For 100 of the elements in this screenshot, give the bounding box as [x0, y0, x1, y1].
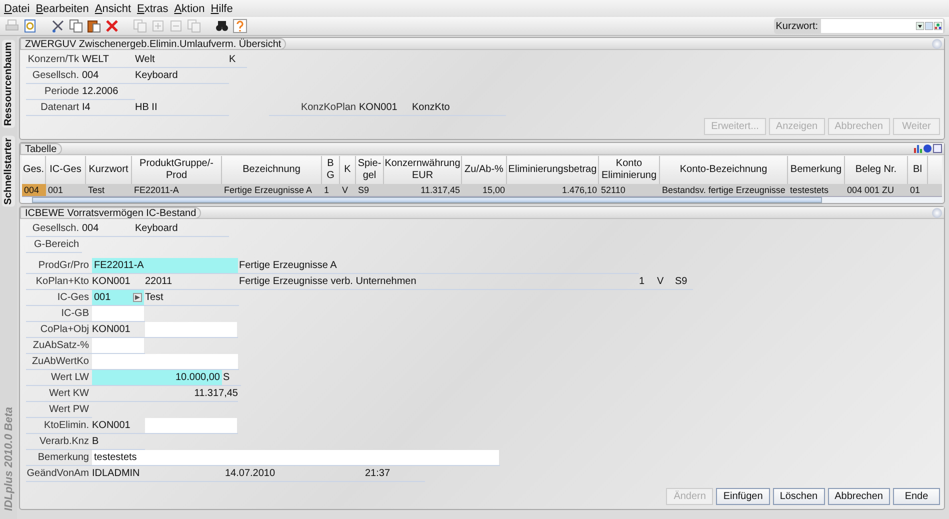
menu-item[interactable]: Ansicht [94, 2, 132, 14]
table-cell-text: 1.476,10 [560, 184, 598, 196]
delete-icon[interactable] [105, 19, 119, 33]
panel-title: Tabelle [20, 142, 62, 154]
input-field[interactable] [92, 338, 144, 353]
field-value: 12.2006 [82, 86, 120, 97]
copy-icon[interactable] [69, 19, 83, 33]
field-label: Periode [44, 86, 80, 97]
input-field[interactable] [145, 322, 237, 337]
field-value: KonzKto [412, 102, 451, 113]
field-value: 21:37 [365, 468, 392, 479]
table-cell-text: 001 [47, 184, 64, 196]
field-value: Welt [135, 54, 156, 65]
table-cell-text: 52110 [600, 184, 626, 196]
field-value: B [92, 436, 100, 447]
field-label: KoPlan+Kto [34, 276, 90, 287]
field-value: Fertige Erzeugnisse verb. Unternehmen [239, 276, 418, 287]
menu-item[interactable]: Aktion [174, 2, 205, 14]
table-cell-text: V [341, 184, 350, 196]
field-value: KON001 [92, 420, 132, 431]
input-field[interactable] [145, 418, 237, 433]
action-button[interactable]: Ende [893, 488, 940, 505]
input-field[interactable]: testestets [92, 450, 499, 465]
menu-item[interactable]: Extras [137, 2, 168, 14]
field-value: IDLADMIN [92, 468, 141, 479]
field-label: Gesellsch. [31, 223, 80, 234]
field-label: Gesellsch. [31, 70, 80, 81]
pie-chart-icon[interactable] [923, 144, 932, 153]
field-label: KtoElimin. [42, 420, 90, 431]
field-label: IC-Ges [56, 292, 90, 303]
action-button[interactable]: Abbrechen [828, 488, 890, 505]
field-value: K [229, 54, 237, 65]
search-label: Kurzwort: [776, 20, 818, 32]
field-label: GeändVonAm [26, 468, 90, 479]
page-preview-icon[interactable] [23, 19, 37, 33]
table-cell-text: testestets [789, 184, 830, 196]
input-field[interactable] [92, 354, 238, 369]
input-field[interactable]: 001 [92, 290, 144, 305]
field-value: KON001 [92, 324, 132, 335]
field-label: ZuAbSatz-% [32, 340, 90, 351]
action-button[interactable]: Löschen [772, 488, 825, 505]
product-brand: IDLplus 2010.0 Beta [2, 407, 14, 511]
field-label: Wert LW [50, 372, 90, 383]
field-label: Konzern/Tk [26, 54, 80, 65]
input-field[interactable]: FE22011-A [92, 258, 238, 273]
table-cell-text: 15,00 [481, 184, 506, 196]
search-field[interactable] [821, 19, 943, 33]
field-value: Keyboard [135, 223, 179, 234]
field-value: 004 [82, 70, 100, 81]
menu-item[interactable]: Bearbeiten [36, 2, 89, 14]
table-cell-text: 1 [323, 184, 330, 196]
panel-toggle-icon[interactable] [932, 38, 942, 48]
side-tab[interactable]: Ressourcenbaum [2, 40, 15, 128]
field-label: ProdGr/Pro [37, 260, 90, 271]
field-value: Fertige Erzeugnisse A [239, 260, 338, 271]
field-value: V [657, 276, 665, 287]
table-cell-text: 004 001 ZU [846, 184, 896, 196]
field-value: 14.07.2010 [225, 468, 276, 479]
field-label: KonzKoPlan [300, 102, 357, 113]
scissors-icon[interactable] [51, 19, 65, 33]
input-field[interactable] [92, 306, 144, 321]
lookup-icon[interactable] [133, 293, 142, 302]
field-label: IC-GB [60, 308, 90, 319]
field-label: Bemerkung [36, 452, 90, 463]
field-value: HB II [135, 102, 158, 113]
bar-chart-icon[interactable] [913, 144, 922, 153]
field-value: 004 [82, 223, 100, 234]
field-value: Test [145, 292, 164, 303]
field-value: KON001 [359, 102, 398, 113]
tree-icon[interactable] [934, 22, 942, 30]
table-cell-text: 01 [909, 184, 922, 196]
table-cell-text: 11.317,45 [420, 184, 461, 196]
field-label: CoPla+Obj [39, 324, 90, 335]
action-button[interactable]: Einfügen [716, 488, 770, 505]
menu-item[interactable]: Hilfe [210, 2, 233, 14]
field-value: 22011 [145, 276, 174, 287]
input-field[interactable]: 10.000,00 [92, 370, 222, 385]
panel-toggle-icon[interactable] [932, 208, 942, 218]
field-label: Wert KW [48, 388, 90, 399]
field-value: S9 [675, 276, 688, 287]
menu-item[interactable]: Datei [4, 2, 30, 14]
dropdown-icon[interactable] [916, 22, 924, 30]
field-value: I4 [82, 102, 92, 113]
table-cell-text: S9 [357, 184, 370, 196]
panel-title: ICBEWE Vorratsvermögen IC-Bestand [20, 206, 202, 218]
table-cell-text: Test [87, 184, 106, 196]
field-label: Verarb.Knz [38, 436, 90, 447]
field-value: WELT [82, 54, 110, 65]
field-label: ZuAbWertKo [30, 356, 90, 367]
side-tab[interactable]: Schnellstarter [2, 136, 15, 207]
field-value: 11.317,45 [193, 388, 238, 399]
paste-icon[interactable] [87, 19, 101, 33]
field-label: Datenart [40, 102, 80, 113]
field-value: 1 [639, 276, 646, 287]
field-label: Wert PW [48, 404, 90, 415]
binoculars-icon[interactable] [215, 19, 229, 33]
panel-title: ZWERGUV Zwischenergeb.Elimin.Umlaufverm. Übersicht [20, 38, 286, 50]
table-cell-text: Fertige Erzeugnisse A [223, 184, 314, 196]
table-cell-text: Bestandsv. fertige Erzeugnisse [661, 184, 786, 196]
table-icon[interactable] [933, 144, 942, 153]
